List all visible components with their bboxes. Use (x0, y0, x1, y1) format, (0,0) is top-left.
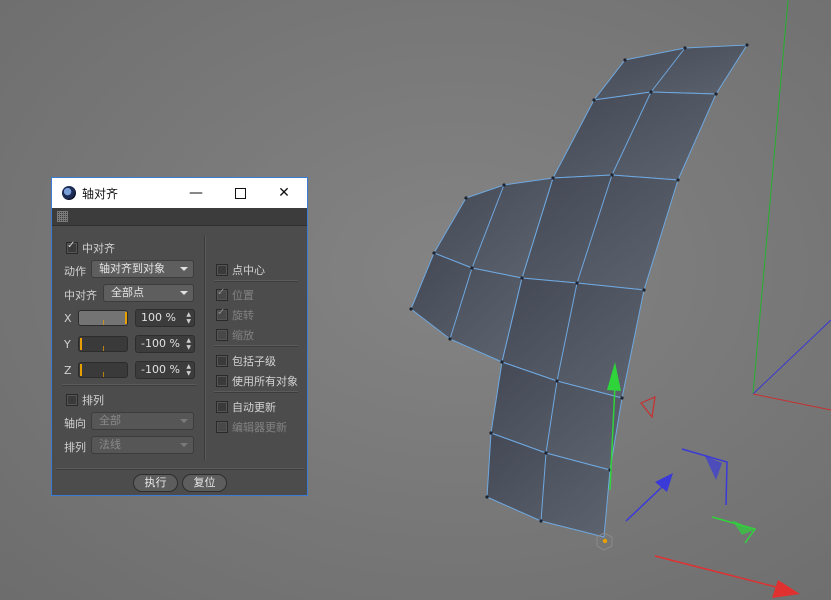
x-label: X (64, 312, 72, 325)
dialog-titlebar[interactable]: 轴对齐 — ✕ (52, 178, 307, 208)
center-align-mode-dropdown[interactable]: 全部点 (103, 284, 194, 302)
close-icon: ✕ (278, 185, 290, 201)
execute-button[interactable]: 执行 (133, 474, 178, 492)
dialog-title: 轴对齐 (82, 187, 119, 201)
z-value: -100 % (141, 363, 180, 376)
divider (214, 391, 298, 393)
axis-label: 轴向 (64, 417, 86, 430)
scale-checkbox[interactable] (216, 329, 228, 341)
chevron-down-icon (180, 419, 188, 423)
minimize-icon: — (189, 185, 203, 201)
chevron-down-icon (180, 291, 188, 295)
center-align-label: 中对齐 (82, 242, 115, 255)
minimize-button[interactable]: — (174, 178, 218, 208)
dialog-menubar (52, 208, 307, 226)
y-slider[interactable] (78, 336, 128, 352)
include-children-checkbox[interactable] (216, 355, 228, 367)
use-all-objects-checkbox[interactable] (216, 375, 228, 387)
maximize-icon (234, 187, 246, 199)
position-checkbox[interactable] (216, 287, 228, 301)
include-children-label: 包括子级 (232, 355, 276, 368)
arrange-mode-dropdown-value: 法线 (99, 438, 121, 451)
close-button[interactable]: ✕ (262, 178, 306, 208)
arrange-checkbox[interactable] (66, 394, 78, 406)
center-align-mode-value: 全部点 (111, 286, 144, 299)
column-divider (204, 236, 206, 460)
auto-update-checkbox[interactable] (216, 401, 228, 413)
center-align-mode-label: 中对齐 (64, 289, 97, 302)
axis-dropdown[interactable]: 全部 (91, 412, 194, 430)
arrange-mode-label: 排列 (64, 441, 86, 454)
cinema4d-icon (62, 186, 76, 200)
z-slider[interactable] (78, 362, 128, 378)
z-label: Z (64, 364, 72, 377)
rotation-label: 旋转 (232, 309, 254, 322)
maximize-button[interactable] (218, 178, 262, 208)
axis-dropdown-value: 全部 (99, 414, 121, 427)
editor-update-checkbox[interactable] (216, 421, 228, 433)
editor-update-label: 编辑器更新 (232, 421, 287, 434)
reset-button[interactable]: 复位 (182, 474, 227, 492)
z-value-field[interactable]: -100 % ▲ ▼ (135, 361, 195, 379)
menu-grip-icon[interactable] (57, 211, 68, 222)
use-all-objects-label: 使用所有对象 (232, 375, 298, 388)
action-dropdown-value: 轴对齐到对象 (99, 262, 165, 275)
rotation-checkbox[interactable] (216, 307, 228, 321)
divider (214, 345, 298, 347)
action-label: 动作 (64, 265, 86, 278)
spinner-icon[interactable]: ▲ ▼ (186, 363, 191, 377)
arrange-label: 排列 (82, 394, 104, 407)
chevron-down-icon (180, 443, 188, 447)
x-value: 100 % (141, 311, 176, 324)
y-value-field[interactable]: -100 % ▲ ▼ (135, 335, 195, 353)
divider (62, 384, 196, 386)
x-slider[interactable] (78, 310, 128, 326)
scale-label: 缩放 (232, 329, 254, 342)
axis-align-dialog: 轴对齐 — ✕ 中对齐 动作 轴对齐到对象 中对齐 全部点 X 100 % ▲▼… (51, 177, 308, 496)
center-align-checkbox[interactable] (66, 240, 78, 254)
arrange-mode-dropdown[interactable]: 法线 (91, 436, 194, 454)
action-dropdown[interactable]: 轴对齐到对象 (91, 260, 194, 278)
auto-update-label: 自动更新 (232, 401, 276, 414)
chevron-down-icon (180, 267, 188, 271)
spinner-icon[interactable]: ▲ ▼ (186, 311, 191, 325)
point-center-label: 点中心 (232, 264, 265, 277)
divider (214, 280, 298, 282)
spinner-icon[interactable]: ▲ ▼ (186, 337, 191, 351)
x-value-field[interactable]: 100 % ▲ ▼ (135, 309, 195, 327)
point-center-checkbox[interactable] (216, 264, 228, 276)
footer-divider (56, 468, 304, 470)
position-label: 位置 (232, 289, 254, 302)
y-value: -100 % (141, 337, 180, 350)
y-label: Y (64, 338, 71, 351)
